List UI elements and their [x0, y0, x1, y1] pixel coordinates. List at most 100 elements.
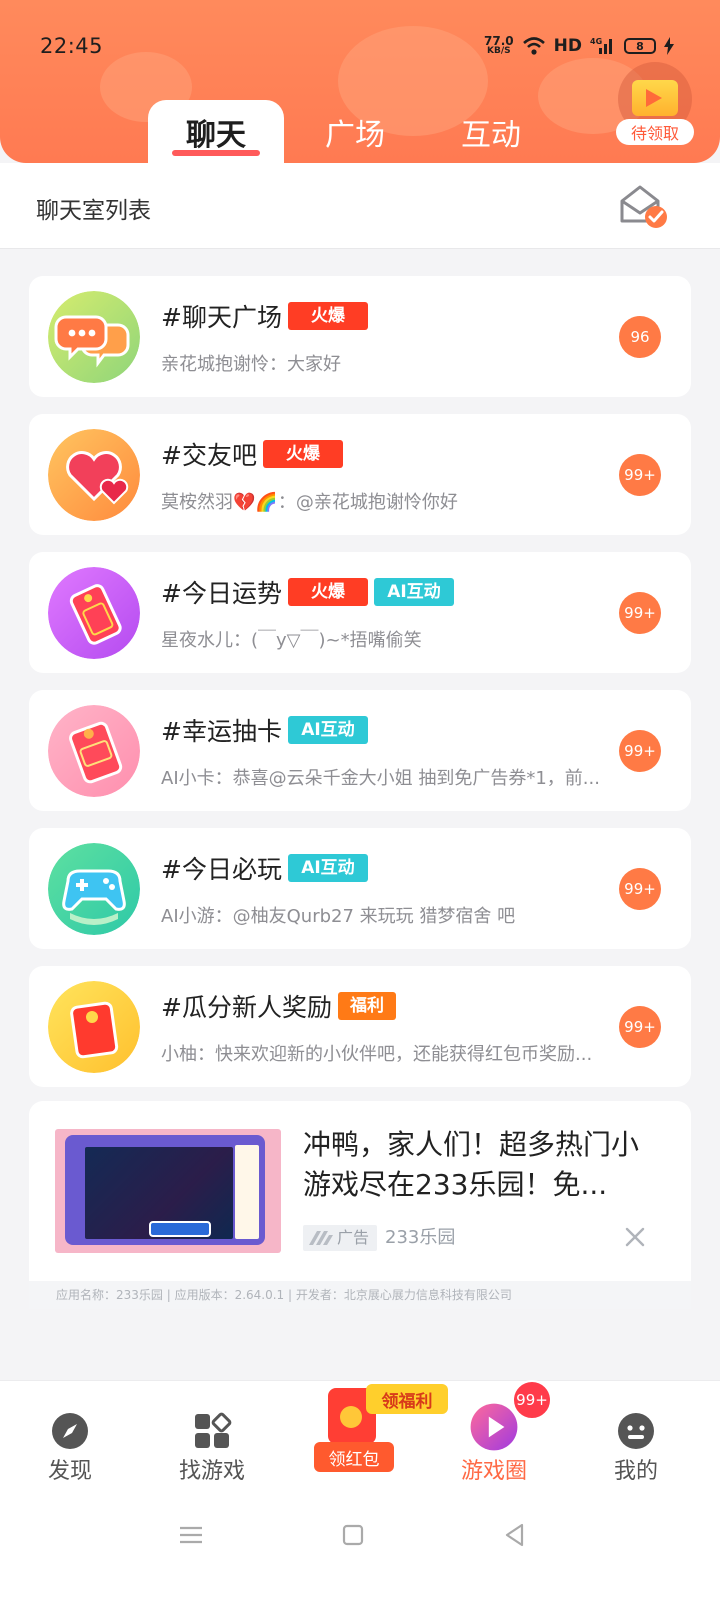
cellular-signal-icon: 4G: [590, 37, 612, 54]
last-message: 亲花城抱谢怜：大家好: [161, 354, 341, 375]
pending-reward-button[interactable]: 待领取: [616, 62, 694, 146]
tab-square-label: 广场: [325, 117, 385, 153]
hd-indicator: HD: [553, 36, 582, 56]
compass-icon: [52, 1413, 88, 1449]
ad-source: 233乐园: [385, 1227, 456, 1248]
chatroom-name: #幸运抽卡 AI互动: [161, 712, 368, 748]
chatroom-item-make-friends[interactable]: #交友吧 火爆 莫桉然羽💔🌈：@亲花城抱谢怜你好 99+: [29, 414, 691, 535]
chatroom-name: #瓜分新人奖励 福利: [161, 988, 396, 1024]
chatroom-item-must-play[interactable]: #今日必玩 AI互动 AI小游：@柚友Qurb27 来玩玩 猎梦宿舍 吧 99+: [29, 828, 691, 949]
chatroom-title: #今日运势: [161, 579, 282, 608]
ad-label-text: 广告: [337, 1228, 370, 1247]
hot-tag: 火爆: [287, 302, 368, 330]
game-circle-badge: 99+: [512, 1380, 552, 1420]
menu-icon[interactable]: [176, 1520, 206, 1550]
red-envelope-icon: [48, 981, 140, 1073]
back-icon[interactable]: [500, 1520, 530, 1550]
hot-tag: 火爆: [262, 440, 343, 468]
last-message: 星夜水儿：(￣y▽￣)~*捂嘴偷笑: [161, 630, 422, 651]
ad-card[interactable]: 冲鸭，家人们！超多热门小游戏尽在233乐园！免... 广告 233乐园 应用名称…: [29, 1101, 691, 1309]
coin-icon: [340, 1406, 362, 1428]
nav-profile[interactable]: 我的: [576, 1381, 696, 1491]
chatroom-name: #交友吧 火爆: [161, 436, 343, 472]
claim-welfare-tag: 领福利: [366, 1384, 448, 1414]
nav-profile-label: 我的: [613, 1459, 658, 1484]
nav-game-circle-label: 游戏圈: [460, 1459, 527, 1484]
close-icon[interactable]: [623, 1225, 647, 1249]
tab-chat-label: 聊天: [186, 117, 246, 153]
ad-label: 广告: [303, 1225, 378, 1251]
system-navigation-bar: [0, 1500, 720, 1600]
unread-badge: 99+: [619, 730, 661, 772]
lucky-card-icon: [48, 705, 140, 797]
ad-title: 冲鸭，家人们！超多热门小游戏尽在233乐园！免...: [303, 1128, 640, 1201]
status-time: 22:45: [40, 34, 104, 58]
ad-thumbnail-tablet: [65, 1135, 265, 1245]
chatroom-title: #今日必玩: [161, 855, 282, 884]
network-speed-unit: KB/S: [487, 46, 511, 56]
tab-active-indicator: [172, 150, 260, 156]
ai-interaction-tag: AI互动: [373, 578, 454, 606]
last-message: AI小游：@柚友Qurb27 来玩玩 猎梦宿舍 吧: [161, 906, 516, 927]
unread-badge: 99+: [619, 592, 661, 634]
chatroom-title: #交友吧: [161, 441, 257, 470]
profile-icon: [618, 1413, 654, 1449]
unread-badge: 99+: [619, 454, 661, 496]
svg-text:4G: 4G: [590, 37, 602, 46]
chatroom-item-daily-fortune[interactable]: #今日运势 火爆 AI互动 星夜水儿：(￣y▽￣)~*捂嘴偷笑 99+: [29, 552, 691, 673]
reward-label: 待领取: [616, 119, 694, 145]
ad-thumbnail: [55, 1129, 281, 1253]
nav-discover[interactable]: 发现: [10, 1381, 130, 1491]
unread-badge: 99+: [619, 1006, 661, 1048]
ai-interaction-tag: AI互动: [287, 854, 368, 882]
chatroom-name: #今日运势 火爆 AI互动: [161, 574, 454, 610]
network-speed: 77.0 KB/S: [484, 34, 514, 56]
fortune-tag-icon: [48, 567, 140, 659]
tab-square[interactable]: 广场: [300, 100, 410, 163]
unread-badge: 96: [619, 316, 661, 358]
ad-app-info: 应用名称：233乐园 | 应用版本：2.64.0.1 | 开发者：北京展心展力信…: [29, 1281, 691, 1309]
chatroom-title: #聊天广场: [161, 303, 282, 332]
chatroom-item-chat-square[interactable]: #聊天广场 火爆 亲花城抱谢怜：大家好 96: [29, 276, 691, 397]
gamepad-icon: [48, 843, 140, 935]
top-header: 22:45 77.0 KB/S HD 4G 8 聊天 广场 互动 待领取: [0, 0, 720, 163]
chatroom-item-lucky-draw[interactable]: #幸运抽卡 AI互动 AI小卡：恭喜@云朵千金大小姐 抽到免广告券*1，前...…: [29, 690, 691, 811]
last-message: 小柚：快来欢迎新的小伙伴吧，还能获得红包币奖励...: [161, 1044, 593, 1065]
tab-interaction[interactable]: 互动: [436, 100, 546, 163]
last-message: AI小卡：恭喜@云朵千金大小姐 抽到免广告券*1，前...: [161, 768, 600, 789]
chatroom-name: #聊天广场 火爆: [161, 298, 368, 334]
tab-interaction-label: 互动: [461, 117, 521, 153]
ad-thumbnail-button: [149, 1221, 211, 1237]
nav-find-games[interactable]: 找游戏: [152, 1381, 272, 1491]
battery-icon: 8: [624, 38, 656, 54]
hot-tag: 火爆: [287, 578, 368, 606]
grid-icon: [195, 1412, 232, 1448]
claim-red-envelope-label: 领红包: [314, 1442, 394, 1472]
chatroom-list-header: 聊天室列表: [0, 163, 720, 249]
chatroom-item-newcomer-rewards[interactable]: #瓜分新人奖励 福利 小柚：快来欢迎新的小伙伴吧，还能获得红包币奖励... 99…: [29, 966, 691, 1087]
play-icon: [646, 89, 662, 107]
chatroom-name: #今日必玩 AI互动: [161, 850, 368, 886]
status-bar-icons: 77.0 KB/S HD 4G 8: [484, 32, 674, 60]
ad-thumbnail-side-panel: [235, 1145, 259, 1239]
home-icon[interactable]: [338, 1520, 368, 1550]
last-message: 莫桉然羽💔🌈：@亲花城抱谢怜你好: [161, 492, 458, 513]
ad-mark-icon: [309, 1231, 333, 1245]
chatroom-title: #幸运抽卡: [161, 717, 282, 746]
nav-find-games-label: 找游戏: [178, 1459, 245, 1484]
game-circle-icon: [470, 1403, 518, 1451]
welfare-tag: 福利: [337, 992, 396, 1020]
charging-icon: [664, 37, 674, 55]
nav-discover-label: 发现: [47, 1459, 92, 1484]
chat-bubbles-icon: [48, 291, 140, 383]
chatroom-title: #瓜分新人奖励: [161, 993, 332, 1022]
tab-chat[interactable]: 聊天: [148, 100, 284, 163]
mark-read-mail-icon[interactable]: [618, 183, 670, 229]
page-title: 聊天室列表: [36, 198, 151, 224]
hearts-icon: [48, 429, 140, 521]
top-tabs: 聊天 广场 互动: [0, 100, 720, 163]
ai-interaction-tag: AI互动: [287, 716, 368, 744]
network-speed-value: 77.0: [484, 34, 514, 48]
wifi-icon: [522, 37, 545, 55]
claim-red-envelope-button[interactable]: 领福利 领红包: [300, 1380, 450, 1480]
